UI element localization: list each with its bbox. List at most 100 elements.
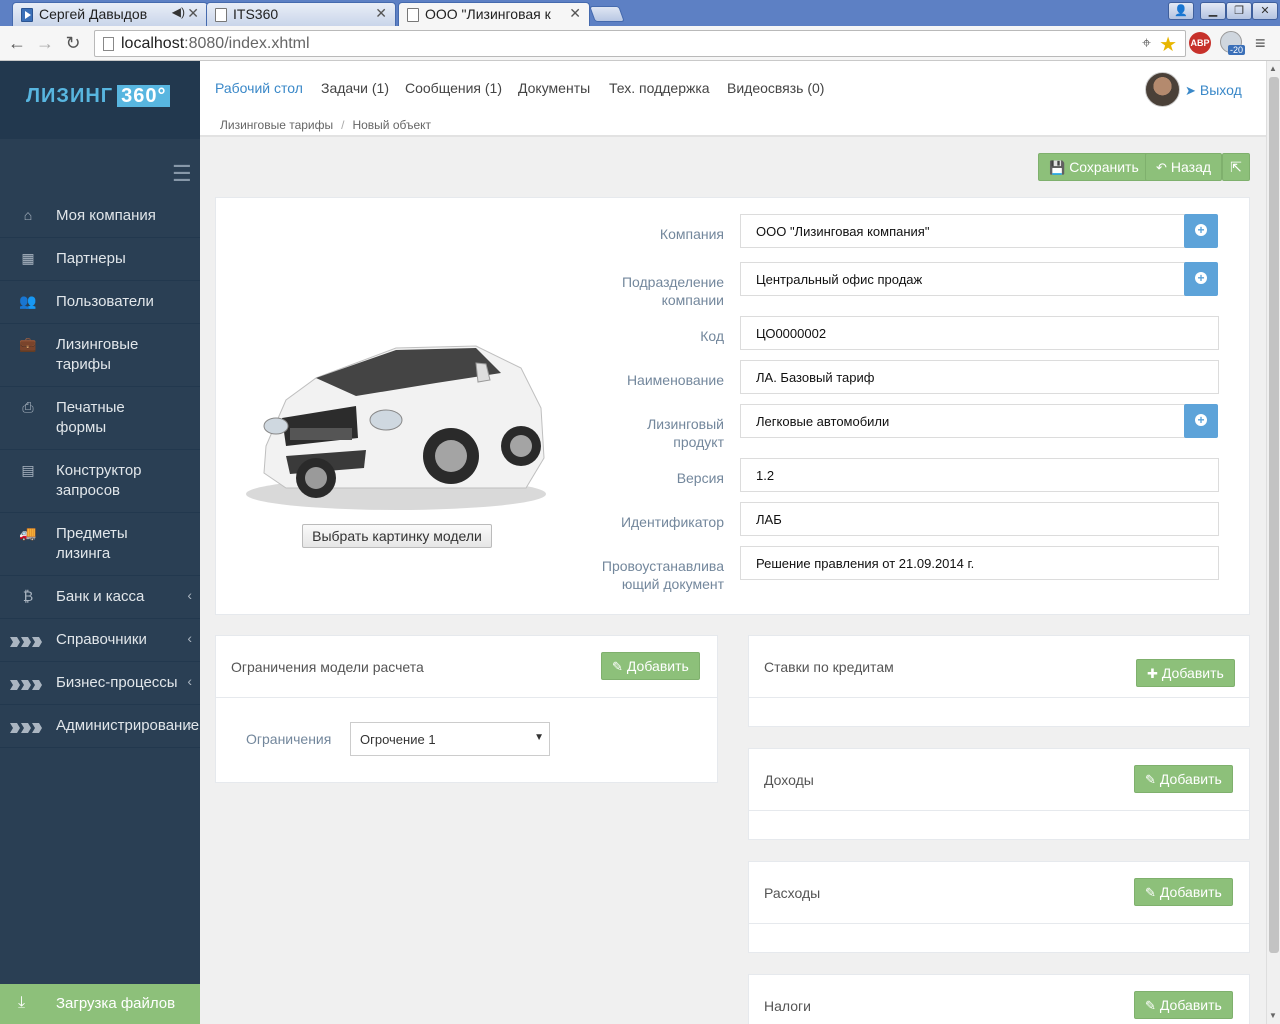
upload-files-button[interactable]: ⤓ Загрузка файлов <box>0 984 200 1024</box>
field-label: Идентификатор <box>620 514 724 530</box>
app: ЛИЗИНГ 360° ☰ ⌂ Моя компания ▦ Партнеры 👥… <box>0 61 1280 1024</box>
panel-title: Расходы <box>764 885 821 901</box>
browser-tab-2[interactable]: ITS360 ✕ <box>206 2 396 26</box>
department-field[interactable]: Центральный офис продаж <box>740 262 1186 296</box>
browser-tab-3[interactable]: ООО "Лизинговая к ✕ <box>398 2 590 26</box>
establishing-document-field[interactable]: Решение правления от 21.09.2014 г. <box>740 546 1219 580</box>
reload-icon[interactable]: ↻ <box>62 32 84 54</box>
nav-video[interactable]: Видеосвязь (0) <box>727 80 824 96</box>
pick-model-image-button[interactable]: Выбрать картинку модели <box>302 524 492 548</box>
nav-tasks[interactable]: Задачи (1) <box>321 80 389 96</box>
sidebar-item-my-company[interactable]: ⌂ Моя компания <box>0 195 200 238</box>
sidebar-item-partners[interactable]: ▦ Партнеры <box>0 238 200 281</box>
identifier-field[interactable]: ЛАБ <box>740 502 1219 536</box>
add-label: Добавить <box>1159 771 1222 787</box>
add-expense-button[interactable]: ✎ Добавить <box>1134 878 1233 906</box>
breadcrumb-item[interactable]: Лизинговые тарифы <box>220 118 333 132</box>
save-button[interactable]: 💾 Сохранить <box>1038 153 1150 181</box>
document-icon: ▤ <box>21 462 35 478</box>
name-field[interactable]: ЛА. Базовый тариф <box>740 360 1219 394</box>
sidebar-item-label: Конструктор запросов <box>56 462 142 499</box>
scroll-up-icon[interactable]: ▲ <box>1269 64 1277 73</box>
close-icon[interactable]: ✕ <box>566 5 581 22</box>
tab-title: ООО "Лизинговая к <box>425 6 551 22</box>
open-external-button[interactable]: ⇱ <box>1222 153 1250 181</box>
speaker-icon: ◀) <box>171 5 185 19</box>
print-icon: ⎙ <box>22 399 34 415</box>
nav-messages[interactable]: Сообщения (1) <box>405 80 502 96</box>
location-icon[interactable]: ⌖ <box>1142 35 1151 53</box>
minimize-button[interactable]: ▁ <box>1200 2 1226 20</box>
address-bar[interactable]: localhost:8080/index.xhtml ⌖ ★ <box>94 30 1186 57</box>
logout-label: Выход <box>1199 82 1242 98</box>
field-label: Провоустанавливающий документ <box>601 558 724 592</box>
page-scrollbar[interactable]: ▲ ▼ <box>1266 61 1280 1024</box>
nav-documents[interactable]: Документы <box>518 80 590 96</box>
new-tab-button[interactable] <box>589 6 625 22</box>
add-tax-button[interactable]: ✎ Добавить <box>1134 991 1233 1019</box>
save-label: Сохранить <box>1069 159 1139 175</box>
add-label: Добавить <box>626 658 689 674</box>
adblock-icon[interactable]: ABP <box>1189 32 1211 54</box>
browser-menu-icon[interactable]: ≡ <box>1255 33 1266 54</box>
bookmark-star-icon[interactable]: ★ <box>1159 32 1177 57</box>
nav-dashboard[interactable]: Рабочий стол <box>215 80 303 96</box>
browser-tab-1[interactable]: Сергей Давыдов ◀) ✕ <box>12 2 208 26</box>
sidebar-item-print-forms[interactable]: ⎙ Печатные формы <box>0 387 200 450</box>
plus-icon: ✚ <box>1147 666 1158 681</box>
limits-label: Ограничения <box>246 731 332 747</box>
close-window-button[interactable]: ✕ <box>1252 2 1278 20</box>
version-field[interactable]: 1.2 <box>740 458 1219 492</box>
scroll-down-icon[interactable]: ▼ <box>1269 1011 1277 1020</box>
code-field[interactable]: ЦО0000002 <box>740 316 1219 350</box>
forward-arrow-icon[interactable]: → <box>34 32 56 54</box>
sidebar-item-query-builder[interactable]: ▤ Конструктор запросов <box>0 450 200 513</box>
sidebar-item-business-processes[interactable]: Бизнес-процессы ‹ <box>0 662 200 705</box>
sidebar-item-references[interactable]: Справочники ‹ <box>0 619 200 662</box>
top-navigation: Рабочий стол Задачи (1) Сообщения (1) До… <box>200 61 1266 113</box>
add-department-button[interactable] <box>1184 262 1218 296</box>
sidebar-item-bank-cash[interactable]: ₿ Банк и касса ‹ <box>0 576 200 619</box>
media-icon <box>21 8 33 22</box>
add-income-button[interactable]: ✎ Добавить <box>1134 765 1233 793</box>
add-leasing-product-button[interactable] <box>1184 404 1218 438</box>
sidebar-item-administration[interactable]: Администрирование ‹ <box>0 705 200 748</box>
back-button[interactable]: ↶ Назад <box>1145 153 1223 181</box>
scrollbar-thumb[interactable] <box>1269 77 1279 953</box>
selected-value: Огрочение 1 <box>360 732 436 747</box>
close-icon[interactable]: ✕ <box>187 5 199 22</box>
breadcrumb-current: Новый объект <box>352 118 432 132</box>
truck-icon: 🚚 <box>19 525 37 541</box>
field-label: Компания <box>659 226 724 242</box>
sidebar-item-leasing-tariffs[interactable]: 💼 Лизинговые тарифы <box>0 324 200 387</box>
breadcrumb: Лизинговые тарифы / Новый объект <box>200 113 1266 137</box>
user-profile-button[interactable]: 👤 <box>1168 2 1194 20</box>
avatar[interactable] <box>1145 72 1180 107</box>
menu-toggle-icon[interactable]: ☰ <box>172 161 192 187</box>
add-credit-rate-button[interactable]: ✚ Добавить <box>1136 659 1235 687</box>
leasing-product-field[interactable]: Легковые автомобили <box>740 404 1186 438</box>
divider <box>216 697 717 698</box>
company-field[interactable]: ООО "Лизинговая компания" <box>740 214 1186 248</box>
pencil-icon: ✎ <box>1145 885 1156 900</box>
briefcase-icon: 💼 <box>19 336 37 352</box>
users-icon: 👥 <box>19 293 37 309</box>
divider <box>749 923 1249 924</box>
panel-title: Ставки по кредитам <box>764 659 894 675</box>
add-label: Добавить <box>1159 997 1222 1013</box>
sidebar-item-leasing-items[interactable]: 🚚 Предметы лизинга <box>0 513 200 576</box>
arrows-icon <box>10 720 46 733</box>
add-company-button[interactable] <box>1184 214 1218 248</box>
limits-select[interactable]: Огрочение 1 ▼ <box>350 722 550 756</box>
back-arrow-icon[interactable]: ← <box>6 32 28 54</box>
sidebar-item-users[interactable]: 👥 Пользователи <box>0 281 200 324</box>
add-limit-button[interactable]: ✎ Добавить <box>601 652 700 680</box>
car-model-image <box>246 328 550 514</box>
url-text: localhost:8080/index.xhtml <box>121 35 310 52</box>
close-icon[interactable]: ✕ <box>375 5 387 22</box>
logout-button[interactable]: ➤ Выход <box>1185 82 1242 99</box>
nav-support[interactable]: Тех. поддержка <box>609 80 710 96</box>
logo[interactable]: ЛИЗИНГ 360° <box>26 85 171 108</box>
sidebar: ЛИЗИНГ 360° ☰ ⌂ Моя компания ▦ Партнеры 👥… <box>0 61 200 1024</box>
restore-button[interactable]: ❐ <box>1226 2 1252 20</box>
